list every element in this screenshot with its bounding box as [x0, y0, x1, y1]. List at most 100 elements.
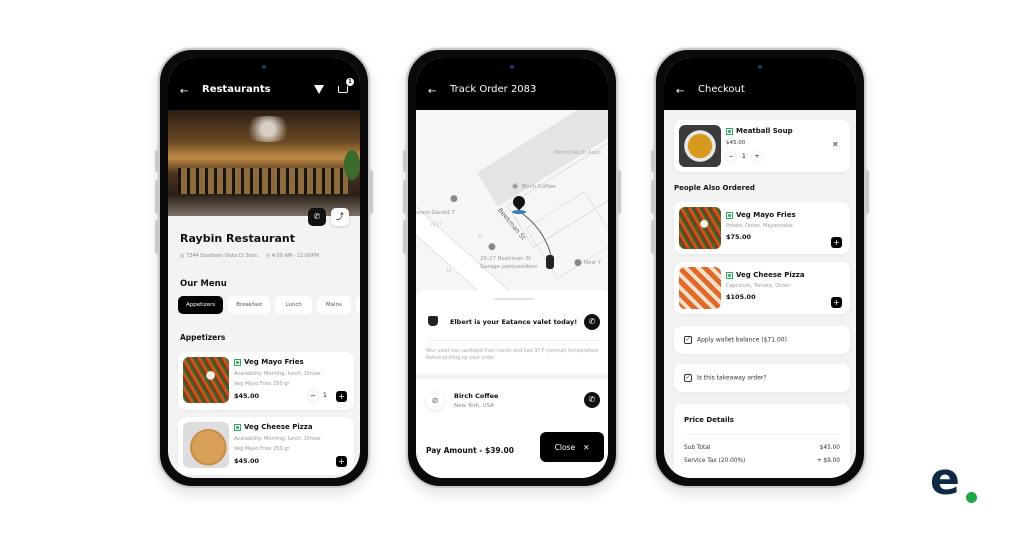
back-icon[interactable]: ←	[180, 86, 188, 97]
item-name: Veg Cheese Pizza	[244, 423, 313, 431]
back-icon[interactable]: ←	[428, 86, 436, 97]
decrement-button[interactable]: −	[726, 152, 736, 162]
header: ← Track Order 2083	[416, 58, 608, 110]
brand-dot	[966, 492, 977, 503]
menu-title: Our Menu	[180, 279, 227, 289]
also-ordered-title: People Also Ordered	[674, 184, 755, 192]
tab-appetizers[interactable]: Appetizers	[178, 296, 223, 314]
veg-icon	[726, 212, 733, 219]
restaurant-hours: 4:00 AM - 11:00PM	[272, 253, 319, 259]
suggested-item[interactable]: Veg Mayo Fries Potato, Onion, Mayonnaise…	[674, 202, 850, 254]
route-line	[416, 110, 608, 300]
tab-more[interactable]: F	[356, 296, 360, 314]
wallet-option[interactable]: ✓ Apply wallet balance ($71.00)	[674, 326, 850, 354]
price-details: Price Details Sub Total $45.00 Service T…	[674, 404, 850, 478]
clock-icon: ◷	[266, 253, 270, 259]
takeaway-label: Is this takeaway order?	[697, 375, 767, 382]
compass-icon: ⊘	[426, 392, 444, 410]
call-store-button[interactable]: ✆	[584, 392, 600, 408]
item-desc: Veg Mayo Fries 250 gr	[234, 445, 289, 453]
tax-value: + $9.00	[817, 458, 840, 464]
back-icon[interactable]: ←	[676, 86, 684, 97]
item-availability: Availability: Morning, lunch, Dinner	[234, 435, 321, 443]
cart-badge: 1	[346, 78, 354, 86]
checkbox-checked-icon[interactable]: ✓	[684, 336, 692, 344]
header: ← Restaurants 1	[168, 58, 360, 110]
food-image	[679, 267, 721, 309]
item-price: $45.00	[234, 457, 259, 465]
veg-icon	[726, 128, 733, 135]
menu-tabs: Appetizers Breakfast Lunch Mains F	[178, 296, 360, 314]
cart-icon[interactable]	[338, 86, 348, 93]
close-label: Close	[555, 443, 575, 452]
increment-button[interactable]: +	[336, 391, 347, 402]
item-price: $45.00	[234, 392, 259, 400]
restaurant-name: Raybin Restaurant	[180, 232, 295, 245]
add-button[interactable]: +	[831, 297, 842, 308]
map[interactable]: MortonRuth Asso ◉ Birch Coffee ● anno Ge…	[416, 110, 608, 300]
valet-icon	[428, 316, 438, 326]
close-icon: ✕	[583, 443, 589, 452]
item-ingredients: Potato, Onion, Mayonnaise	[726, 222, 793, 230]
add-button[interactable]: +	[831, 237, 842, 248]
restaurant-photo	[168, 110, 360, 216]
item-name: Veg Cheese Pizza	[736, 271, 805, 279]
veg-icon	[726, 272, 733, 279]
menu-item[interactable]: Veg Cheese Pizza Availability: Morning, …	[178, 417, 354, 475]
location-icon: ◎	[180, 253, 184, 259]
food-image	[679, 207, 721, 249]
brand-letter: e	[930, 454, 960, 505]
call-button[interactable]: ✆	[308, 208, 326, 226]
item-price: $75.00	[726, 233, 751, 241]
increment-button[interactable]: +	[752, 152, 762, 162]
tab-lunch[interactable]: Lunch	[275, 296, 311, 314]
suggested-item[interactable]: Veg Cheese Pizza Capcicum, Tomato, Onion…	[674, 262, 850, 314]
veg-icon	[234, 424, 241, 431]
takeaway-option[interactable]: ✓ Is this takeaway order?	[674, 364, 850, 392]
section-title: Appetizers	[180, 333, 225, 342]
food-image	[183, 422, 229, 468]
remove-icon[interactable]: ✕	[832, 140, 839, 149]
page-title: Track Order 2083	[450, 84, 536, 95]
subtotal-label: Sub Total	[684, 445, 710, 451]
scooter-icon	[546, 255, 554, 269]
subtotal-value: $45.00	[820, 445, 840, 451]
call-valet-button[interactable]: ✆	[584, 314, 600, 330]
wallet-label: Apply wallet balance ($71.00)	[697, 337, 787, 344]
item-name: Veg Mayo Fries	[244, 358, 304, 366]
food-image	[183, 357, 229, 403]
checkbox-checked-icon[interactable]: ✓	[684, 374, 692, 382]
item-qty: 1	[323, 392, 327, 399]
tab-mains[interactable]: Mains	[317, 296, 351, 314]
pay-amount: Pay Amount - $39.00	[426, 446, 514, 455]
directions-button[interactable]: ⤴	[331, 208, 349, 226]
food-image	[679, 125, 721, 167]
header: ← Checkout	[664, 58, 856, 110]
page-title: Checkout	[698, 84, 745, 95]
close-button[interactable]: Close ✕	[540, 432, 604, 462]
item-availability: Availability: Morning, lunch, Dinner	[234, 370, 321, 378]
store-location: New York, USA	[454, 403, 494, 409]
add-button[interactable]: +	[336, 456, 347, 467]
tracking-sheet: Elbert is your Eatance valet today! ✆ Yo…	[416, 290, 608, 478]
valet-note: Your valet has sanitized their hands and…	[426, 348, 606, 362]
item-price: $45.00	[726, 140, 745, 146]
page-title: Restaurants	[202, 84, 271, 95]
phone-track-order: ← Track Order 2083 MortonRuth Asso ◉ Bir…	[406, 48, 618, 488]
tab-breakfast[interactable]: Breakfast	[228, 296, 270, 314]
cart-item: Meatball Soup $45.00 − 1 + ✕	[674, 120, 850, 172]
veg-icon	[234, 359, 241, 366]
price-details-title: Price Details	[684, 416, 734, 424]
item-qty: 1	[742, 153, 746, 160]
item-name: Meatball Soup	[736, 127, 793, 135]
drag-handle[interactable]	[494, 298, 534, 300]
decrement-button[interactable]: −	[308, 391, 318, 401]
menu-item[interactable]: Veg Mayo Fries Availability: Morning, lu…	[178, 352, 354, 410]
restaurant-info: ◎ 7344 Southern Vista Ct Ston.. ◷ 4:00 A…	[180, 253, 319, 259]
item-price: $105.00	[726, 293, 756, 301]
store-name: Birch Coffee	[454, 392, 498, 400]
item-desc: Veg Mayo Fries 250 gr	[234, 380, 289, 388]
valet-title: Elbert is your Eatance valet today!	[450, 318, 577, 326]
restaurant-address: 7344 Southern Vista Ct Ston..	[186, 253, 260, 259]
filter-icon[interactable]	[314, 85, 324, 94]
